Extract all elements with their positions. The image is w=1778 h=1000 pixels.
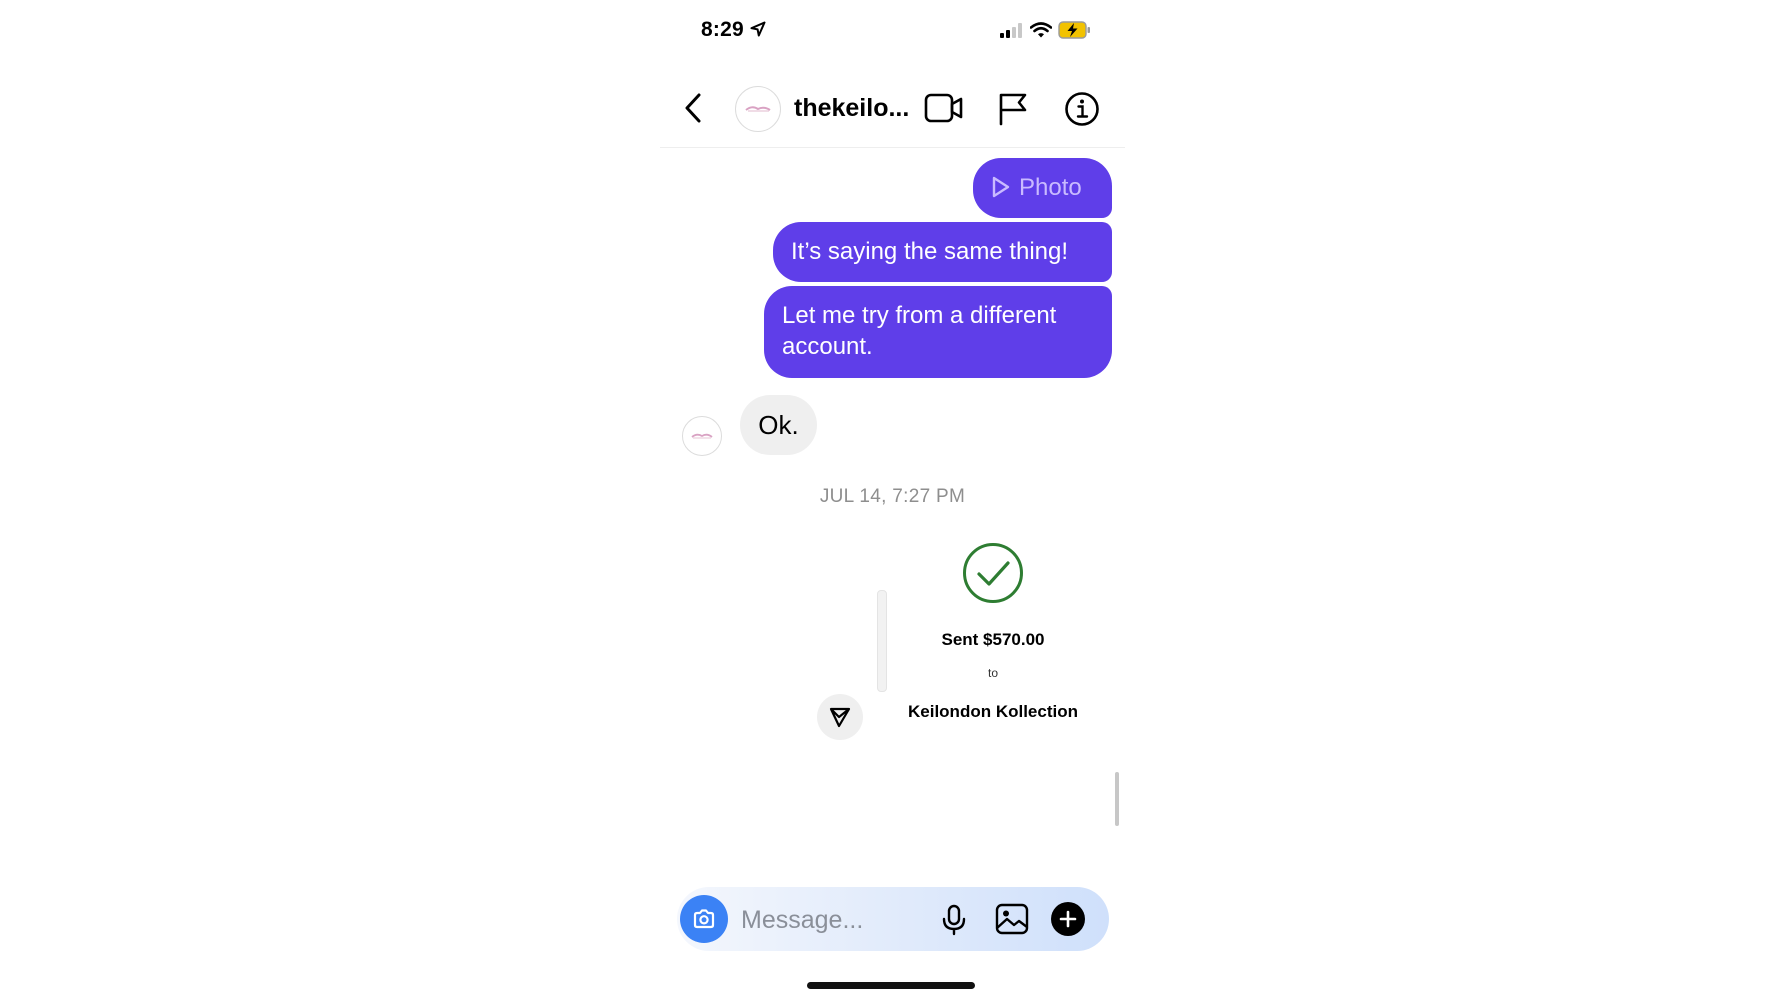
share-button[interactable] xyxy=(817,694,863,740)
header-divider xyxy=(660,147,1125,148)
avatar-logo-icon xyxy=(691,433,713,439)
payment-recipient: Keilondon Kollection xyxy=(908,702,1078,721)
payment-to-label: to xyxy=(987,666,998,680)
battery-charging-icon xyxy=(1058,21,1090,39)
microphone-icon[interactable] xyxy=(940,904,968,936)
photo-message[interactable]: Photo xyxy=(973,158,1112,218)
gallery-icon[interactable] xyxy=(995,903,1029,935)
video-call-icon[interactable] xyxy=(924,92,964,124)
status-time: 8:29 xyxy=(701,18,744,41)
wifi-icon xyxy=(1030,22,1052,38)
message-composer xyxy=(677,887,1109,951)
payment-amount: Sent $570.00 xyxy=(941,630,1045,649)
camera-icon xyxy=(693,909,715,929)
plus-icon xyxy=(1059,910,1077,928)
message-timestamp: JUL 14, 7:27 PM xyxy=(819,486,966,507)
back-button[interactable] xyxy=(680,90,708,126)
scrollbar[interactable] xyxy=(1115,772,1119,826)
sender-avatar[interactable] xyxy=(682,416,722,456)
flag-icon[interactable] xyxy=(997,92,1029,126)
photo-label: Photo xyxy=(1019,174,1082,201)
avatar-logo-icon xyxy=(745,106,771,112)
play-icon xyxy=(992,176,1010,198)
contact-username[interactable]: thekeilo... xyxy=(794,94,909,123)
send-icon xyxy=(829,707,851,728)
cell-signal-icon xyxy=(1000,23,1022,38)
camera-button[interactable] xyxy=(680,895,728,943)
info-icon[interactable] xyxy=(1064,91,1100,127)
plus-button[interactable] xyxy=(1051,902,1085,936)
outgoing-message[interactable]: Let me try from a different account. xyxy=(764,286,1112,378)
phone-screen: 8:29 thekeilo... Photo It’s saying the s… xyxy=(660,0,1125,1000)
outgoing-message[interactable]: It’s saying the same thing! xyxy=(773,222,1112,282)
home-indicator xyxy=(807,982,975,989)
message-input[interactable] xyxy=(739,901,913,939)
check-circle-icon xyxy=(963,543,1023,603)
payment-card-divider xyxy=(877,590,887,692)
location-arrow-icon xyxy=(750,21,766,37)
contact-avatar[interactable] xyxy=(735,86,781,132)
incoming-message[interactable]: Ok. xyxy=(740,395,817,455)
